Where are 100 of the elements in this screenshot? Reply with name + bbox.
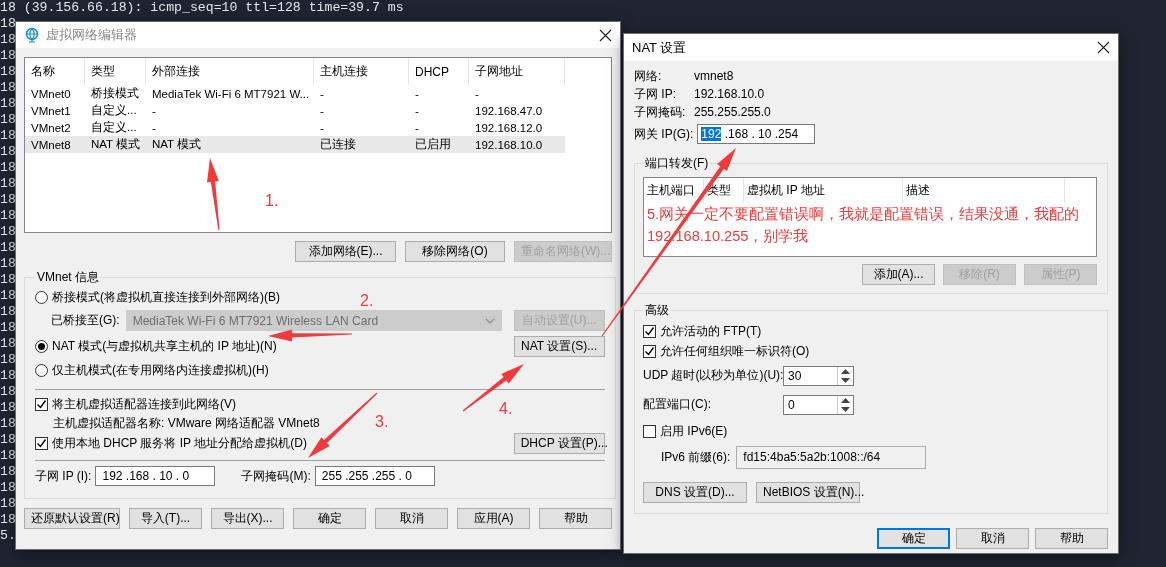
terminal-line: 18 (0, 464, 16, 480)
number-field[interactable]: 30 (783, 365, 854, 386)
table-cell-text: - (151, 104, 156, 117)
table-cell-text: 自定义... (90, 120, 137, 135)
table-cell-text: 已连接 (319, 137, 356, 152)
dialog-button[interactable]: 确定 (293, 508, 366, 529)
info-value: vmnet8 (694, 69, 735, 83)
terminal-line: 18 (0, 368, 16, 384)
info-label: 网络: (634, 67, 663, 85)
network-button[interactable]: 移除网络(O) (405, 241, 505, 262)
dialog-button[interactable]: 取消 (375, 508, 448, 529)
window-title: NAT 设置 (632, 38, 688, 57)
annotation-label: 1. (265, 192, 279, 210)
terminal-line: 18 (0, 32, 16, 48)
table-cell-text: NAT 模式 (90, 137, 141, 152)
list-button[interactable]: 添加(A)... (862, 264, 935, 285)
radio-label[interactable]: 仅主机模式(在专用网络内连接虚拟机)(H) (52, 362, 269, 379)
network-button[interactable]: 添加网络(E)... (295, 241, 396, 262)
ip-field[interactable]: 255 .255 .255 . 0 (314, 466, 435, 487)
dialog-button[interactable]: 确定 (877, 528, 950, 549)
settings-button[interactable]: DNS 设置(D)... (643, 482, 747, 503)
close-icon[interactable] (599, 28, 612, 42)
dialog-button[interactable]: 还原默认设置(R) (24, 508, 120, 529)
dialog-button[interactable]: 帮助 (1035, 528, 1108, 549)
dhcp-settings-button[interactable]: DHCP 设置(P)... (513, 433, 605, 455)
field-label: 已桥接至(G): (51, 312, 120, 329)
table-cell-text: VMnet0 (30, 87, 71, 100)
checkbox-label[interactable]: 允许任何组织唯一标识符(O) (660, 342, 810, 360)
table-row[interactable]: VMnet0 桥接模式 MediaTek Wi-Fi 6 MT7921 W... - - - (25, 85, 565, 102)
nat-settings-button[interactable]: NAT 设置(S)... (513, 336, 605, 358)
dialog-button[interactable]: 帮助 (539, 508, 612, 529)
radio-label[interactable]: 桥接模式(将虚拟机直接连接到外部网络)(B) (52, 289, 280, 307)
terminal-line: 18 (0, 64, 16, 80)
checkbox[interactable] (643, 344, 656, 358)
terminal-line: 18 (0, 336, 16, 352)
table-cell-text: MediaTek Wi-Fi 6 MT7921 W... (151, 87, 310, 100)
annotation-label: 3. (375, 413, 389, 431)
radio-button[interactable] (35, 340, 48, 354)
adapter-name-text: 主机虚拟适配器名称: VMware 网络适配器 VMnet8 (53, 414, 320, 432)
radio-label[interactable]: NAT 模式(与虚拟机共享主机的 IP 地址)(N) (52, 338, 277, 356)
dialog-button[interactable]: 取消 (956, 528, 1029, 549)
spin-up-icon[interactable] (841, 397, 850, 403)
terminal-line: 18 (0, 384, 16, 400)
field-label: UDP 超时(以秒为单位)(U): (643, 367, 783, 384)
table-cell-text: NAT 模式 (151, 137, 202, 152)
checkbox[interactable] (35, 398, 48, 412)
radio-button[interactable] (35, 364, 48, 377)
spin-down-icon[interactable] (841, 377, 850, 383)
column-header[interactable]: 描述 (906, 182, 930, 199)
terminal-line: 18 (39.156.66.18): icmp_seq=10 ttl=128 time=39.7 ms (0, 0, 404, 16)
dialog-button[interactable]: 应用(A) (457, 508, 530, 529)
table-row[interactable]: VMnet2 自定义... - - - 192.168.12.0 (25, 119, 565, 136)
terminal-line: 5. (0, 528, 16, 544)
ip-field[interactable]: 192 .168 . 10 . 0 (95, 466, 216, 487)
column-header[interactable]: 类型 (85, 58, 146, 85)
window-title: 虚拟网络编辑器 (46, 26, 138, 44)
table-cell-text: VMnet2 (30, 121, 71, 134)
radio-button[interactable] (35, 291, 48, 305)
table-cell-text: 自定义... (90, 103, 137, 118)
column-header[interactable]: 类型 (707, 182, 731, 199)
checkbox-label[interactable]: 使用本地 DHCP 服务将 IP 地址分配给虚拟机(D) (52, 435, 307, 453)
table-cell-text: - (319, 87, 324, 100)
terminal-line: 18 (0, 496, 16, 512)
spin-down-icon[interactable] (841, 406, 850, 412)
dialog-button[interactable]: 导出(X)... (211, 508, 284, 529)
terminal-line: 18 (0, 448, 16, 464)
info-value: 192.168.10.0 (694, 87, 766, 101)
annotation-label: 2. (360, 292, 374, 310)
column-header[interactable]: 子网地址 (469, 58, 565, 85)
checkbox-label[interactable]: 将主机虚拟适配器连接到此网络(V) (52, 396, 236, 414)
column-header[interactable]: DHCP (409, 58, 469, 85)
group-label: 端口转发(F) (644, 155, 710, 172)
table-row[interactable]: VMnet1 自定义... - - - 192.168.47.0 (25, 102, 565, 119)
checkbox[interactable] (643, 324, 656, 338)
terminal-line: 18 (0, 416, 16, 432)
terminal-line: 18 (0, 512, 16, 528)
table-cell-text: - (319, 104, 324, 117)
table-cell-text: VMnet1 (30, 104, 71, 117)
number-field[interactable]: 0 (783, 394, 854, 415)
table-row[interactable]: VMnet8 NAT 模式 NAT 模式 已连接 已启用 192.168.10.0 (25, 136, 565, 153)
field-label: IPv6 前缀(6): (661, 448, 731, 466)
ip-field[interactable]: 192 .168 . 10 .254 (697, 124, 816, 144)
checkbox[interactable] (35, 437, 48, 451)
column-header[interactable]: 主机端口 (647, 182, 695, 199)
checkbox-label[interactable]: 允许活动的 FTP(T) (660, 322, 762, 340)
checkbox-label[interactable]: 启用 IPv6(E) (660, 422, 728, 440)
table-cell-text: 192.168.47.0 (474, 104, 543, 117)
column-header[interactable]: 外部连接 (146, 58, 314, 85)
spin-up-icon[interactable] (841, 368, 850, 374)
checkbox[interactable] (643, 424, 656, 438)
column-header[interactable]: 主机连接 (314, 58, 409, 85)
dialog-button[interactable]: 导入(T)... (129, 508, 202, 529)
globe-icon (24, 27, 40, 43)
info-label: 子网 IP: (634, 85, 677, 103)
column-header[interactable]: 虚拟机 IP 地址 (747, 182, 825, 199)
annotation-label: 4. (499, 400, 513, 418)
info-value: 255.255.255.0 (694, 105, 772, 119)
close-icon[interactable] (1097, 41, 1110, 54)
group-label: VMnet 信息 (36, 269, 100, 286)
column-header[interactable]: 名称 (25, 58, 85, 85)
